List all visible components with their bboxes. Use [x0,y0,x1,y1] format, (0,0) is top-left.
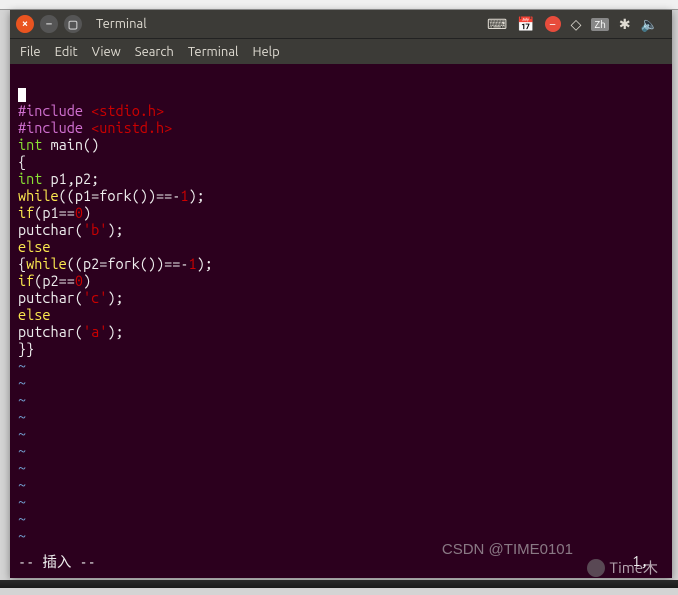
code-text: 1 [180,187,188,204]
code-text: <stdio.h> [83,102,164,119]
close-icon[interactable]: × [16,15,34,33]
code-text: if [18,204,34,221]
volume-icon[interactable]: 🔈 [641,16,658,33]
code-text: ); [107,221,123,238]
vim-tilde: ~ [18,391,26,408]
menu-terminal[interactable]: Terminal [188,45,239,59]
code-text: (p1== [34,204,75,221]
menu-help[interactable]: Help [252,45,279,59]
code-text: int [18,170,42,187]
keyboard-icon[interactable]: ⌨ [487,16,507,33]
code-text: ); [197,255,213,272]
code-text: { [18,255,26,272]
vim-tilde: ~ [18,425,26,442]
code-text: 0 [75,272,83,289]
calendar-icon[interactable]: 📅 [517,16,534,33]
code-text: else [18,306,50,323]
code-text: ); [189,187,205,204]
maximize-icon[interactable]: ▢ [64,15,82,33]
watermark-text: Time木 [609,557,658,578]
notification-icon[interactable]: − [545,16,561,32]
code-text: #include [18,119,83,136]
code-text: 'b' [83,221,107,238]
code-text: ); [107,323,123,340]
code-text: ((p1=fork())==- [59,187,181,204]
window-titlebar[interactable]: × – ▢ Terminal ⌨ 📅 − ◇ Zh ✱ 🔈 [10,10,672,38]
code-text: int [18,136,42,153]
code-text: 'c' [83,289,107,306]
bluetooth-icon[interactable]: ✱ [619,16,631,33]
text-cursor [18,88,26,102]
vim-tilde: ~ [18,527,26,544]
code-text: ); [107,289,123,306]
code-text: while [26,255,67,272]
menu-search[interactable]: Search [135,45,174,59]
vim-tilde: ~ [18,493,26,510]
terminal-content[interactable]: #include <stdio.h> #include <unistd.h> i… [10,64,672,578]
vim-tilde: ~ [18,408,26,425]
vim-tilde: ~ [18,357,26,374]
code-text: putchar( [18,323,83,340]
code-text: putchar( [18,289,83,306]
code-text: ) [83,204,91,221]
code-text: ) [83,272,91,289]
code-text: 1 [189,255,197,272]
vim-tilde: ~ [18,459,26,476]
code-text: #include [18,102,83,119]
wifi-icon[interactable]: ◇ [571,16,582,33]
menu-view[interactable]: View [92,45,121,59]
desktop-top-bar [0,0,678,10]
terminal-window: × – ▢ Terminal ⌨ 📅 − ◇ Zh ✱ 🔈 File Edit … [10,10,672,578]
ime-indicator[interactable]: Zh [591,18,608,31]
watermark: Time木 [587,557,658,578]
vim-tilde: ~ [18,510,26,527]
vim-tilde: ~ [18,442,26,459]
code-text: { [18,153,26,170]
code-text: p1,p2; [42,170,99,187]
taskbar[interactable] [0,580,678,588]
code-text: while [18,187,59,204]
code-text: main() [42,136,99,153]
code-text: }} [18,340,34,357]
code-text: putchar( [18,221,83,238]
menu-bar: File Edit View Search Terminal Help [10,38,672,64]
code-text: 0 [75,204,83,221]
code-text: <unistd.h> [83,119,172,136]
vim-tilde: ~ [18,476,26,493]
code-text: ((p2=fork())==- [67,255,189,272]
code-text: 'a' [83,323,107,340]
code-text: if [18,272,34,289]
minimize-icon[interactable]: – [40,15,58,33]
window-title: Terminal [96,17,487,31]
code-text: else [18,238,50,255]
menu-edit[interactable]: Edit [55,45,78,59]
system-tray: ⌨ 📅 − ◇ Zh ✱ 🔈 [487,16,666,33]
code-text: (p2== [34,272,75,289]
watermark: CSDN @TIME0101 [442,541,573,558]
wechat-icon [587,559,605,577]
vim-tilde: ~ [18,374,26,391]
menu-file[interactable]: File [20,45,41,59]
